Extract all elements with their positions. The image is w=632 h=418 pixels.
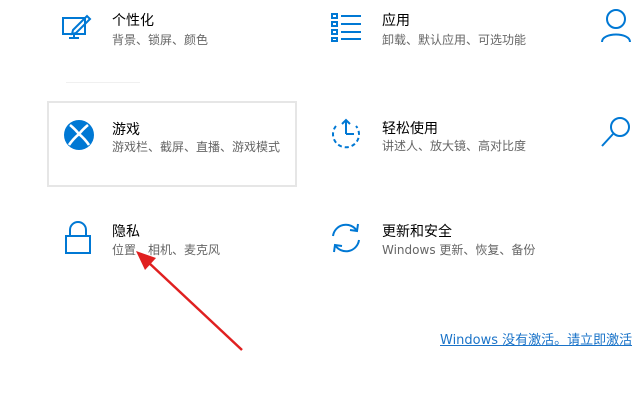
tile-update-security[interactable]: 更新和安全 Windows 更新、恢复、备份 — [318, 212, 578, 282]
search-icon — [598, 114, 632, 150]
tile-description: 游戏栏、截屏、直播、游戏模式 — [112, 140, 281, 154]
ease-of-access-icon — [328, 116, 364, 152]
tile-description: 讲述人、放大镜、高对比度 — [382, 139, 527, 153]
personalization-icon — [60, 10, 96, 46]
tile-accounts-partial[interactable] — [590, 0, 632, 70]
tile-privacy[interactable]: 隐私 位置、相机、麦克风 — [48, 212, 298, 282]
tile-apps[interactable]: 应用 卸载、默认应用、可选功能 — [318, 0, 568, 70]
tile-title: 游戏 — [112, 122, 140, 138]
person-icon — [598, 6, 632, 42]
lock-icon — [60, 220, 96, 256]
apps-icon — [328, 8, 364, 44]
divider — [66, 82, 140, 83]
tile-search-partial[interactable] — [590, 102, 632, 188]
tile-description: 位置、相机、麦克风 — [112, 243, 221, 257]
tile-description: Windows 更新、恢复、备份 — [382, 243, 536, 257]
tile-title: 隐私 — [112, 224, 140, 240]
tile-title: 个性化 — [112, 13, 154, 29]
activate-windows-link[interactable]: Windows 没有激活。请立即激活 — [440, 332, 632, 350]
tile-title: 轻松使用 — [382, 121, 438, 137]
tile-gaming[interactable]: 游戏 游戏栏、截屏、直播、游戏模式 — [47, 101, 297, 187]
tile-personalization[interactable]: 个性化 背景、锁屏、颜色 — [48, 0, 298, 70]
xbox-icon — [61, 117, 97, 153]
tile-description: 卸载、默认应用、可选功能 — [382, 33, 527, 47]
tile-description: 背景、锁屏、颜色 — [112, 33, 209, 47]
tile-ease-of-access[interactable]: 轻松使用 讲述人、放大镜、高对比度 — [318, 102, 578, 188]
tile-title: 更新和安全 — [382, 224, 452, 240]
update-sync-icon — [328, 220, 364, 256]
tile-title: 应用 — [382, 13, 410, 29]
